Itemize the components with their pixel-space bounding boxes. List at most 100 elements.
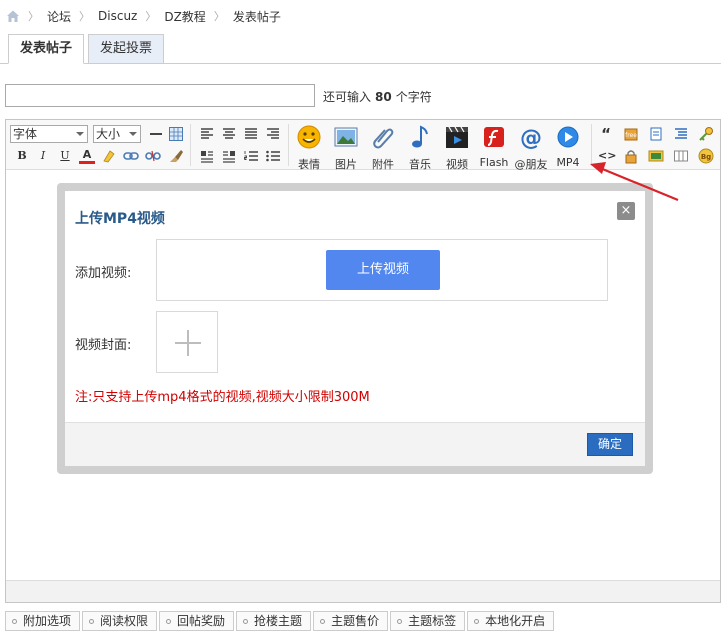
video-button[interactable]: 视频 xyxy=(440,122,474,171)
image-gallery-icon[interactable] xyxy=(648,148,664,164)
horizontal-rule-icon[interactable] xyxy=(148,126,164,142)
svg-text:free: free xyxy=(625,132,637,139)
mention-friend-button[interactable]: @ @朋友 xyxy=(514,122,548,171)
upload-video-button[interactable]: 上传视频 xyxy=(326,250,440,290)
link-icon[interactable] xyxy=(123,148,139,164)
quote-icon[interactable]: “ xyxy=(598,126,614,142)
font-family-value: 字体 xyxy=(13,127,38,141)
align-right-icon[interactable] xyxy=(265,126,281,142)
chevron-down-icon xyxy=(76,132,84,136)
underline-icon[interactable]: U xyxy=(57,148,73,164)
table-icon[interactable] xyxy=(168,126,184,142)
post-options-bar: 附加选项 阅读权限 回帖奖励 抢楼主题 主题售价 主题标签 本地化开启 xyxy=(5,611,556,631)
key-icon[interactable] xyxy=(698,126,714,142)
option-label: 抢楼主题 xyxy=(254,614,303,628)
at-icon: @ xyxy=(520,126,542,151)
image-icon xyxy=(334,127,358,147)
attachment-button[interactable]: 附件 xyxy=(366,122,400,171)
breadcrumb-separator: 〉 xyxy=(145,10,157,23)
option-topic-tags[interactable]: 主题标签 xyxy=(390,611,466,631)
image-button[interactable]: 图片 xyxy=(329,122,363,171)
italic-icon[interactable]: I xyxy=(35,148,51,164)
lock-icon[interactable] xyxy=(623,148,639,164)
breadcrumb-item-dz-tutorial[interactable]: DZ教程 xyxy=(164,8,205,25)
text-color-icon[interactable]: A xyxy=(79,147,95,164)
breadcrumb-item-discuz[interactable]: Discuz xyxy=(98,9,137,23)
code-icon[interactable]: <> xyxy=(598,148,616,164)
font-size-select[interactable]: 大小 xyxy=(93,125,141,143)
smiley-icon xyxy=(297,125,321,149)
option-label: 本地化开启 xyxy=(485,614,546,628)
editor-statusbar xyxy=(6,580,720,602)
film-icon xyxy=(446,126,468,148)
upload-restriction-note: 注:只支持上传mp4格式的视频,视频大小限制300M xyxy=(75,390,370,405)
add-video-label: 添加视频: xyxy=(75,266,132,281)
option-topic-price[interactable]: 主题售价 xyxy=(313,611,389,631)
music-note-icon xyxy=(412,125,428,148)
music-button-label: 音乐 xyxy=(409,158,431,171)
subject-counter: 还可输入 80 个字符 xyxy=(323,88,432,105)
attachment-button-label: 附件 xyxy=(372,158,394,171)
option-extra[interactable]: 附加选项 xyxy=(5,611,81,631)
highlight-icon[interactable] xyxy=(101,148,117,164)
play-circle-icon xyxy=(557,126,579,148)
columns-icon[interactable] xyxy=(673,148,689,164)
counter-suffix: 个字符 xyxy=(395,90,432,104)
unlink-icon[interactable] xyxy=(145,148,161,164)
svg-text:@: @ xyxy=(520,126,542,150)
ordered-list-icon[interactable] xyxy=(243,148,259,164)
dialog-title: 上传MP4视频 xyxy=(75,211,165,227)
music-button[interactable]: 音乐 xyxy=(403,122,437,171)
option-localization[interactable]: 本地化开启 xyxy=(467,611,555,631)
chevron-down-icon xyxy=(129,132,137,136)
clear-format-icon[interactable] xyxy=(168,148,184,164)
tab-new-poll[interactable]: 发起投票 xyxy=(88,34,165,64)
video-button-label: 视频 xyxy=(446,158,468,171)
background-color-text: Bg xyxy=(701,153,711,161)
page-icon[interactable] xyxy=(648,126,664,142)
mp4-button-label: MP4 xyxy=(556,156,580,169)
close-icon[interactable]: × xyxy=(617,202,635,220)
upload-mp4-dialog: 上传MP4视频 × 添加视频: 上传视频 视频封面: 注:只支持上传mp4格式的… xyxy=(57,183,653,474)
unordered-list-icon[interactable] xyxy=(265,148,281,164)
background-color-icon[interactable]: Bg xyxy=(698,148,714,164)
cover-upload-box[interactable] xyxy=(156,311,218,373)
breadcrumb-separator: 〉 xyxy=(213,10,225,23)
toolbar-separator xyxy=(190,124,191,166)
font-family-select[interactable]: 字体 xyxy=(10,125,88,143)
flash-button-label: Flash xyxy=(479,156,509,169)
option-label: 附加选项 xyxy=(23,614,72,628)
option-floor-grab[interactable]: 抢楼主题 xyxy=(236,611,312,631)
toolbar-separator xyxy=(288,124,289,166)
float-left-icon[interactable] xyxy=(199,148,215,164)
flash-icon xyxy=(484,127,504,147)
paperclip-icon xyxy=(373,128,394,149)
option-reply-reward[interactable]: 回帖奖励 xyxy=(159,611,235,631)
mp4-button[interactable]: MP4 xyxy=(551,122,585,169)
align-left-icon[interactable] xyxy=(199,126,215,142)
align-justify-icon[interactable] xyxy=(243,126,259,142)
home-icon[interactable] xyxy=(6,9,20,23)
dialog-footer: 确定 xyxy=(65,422,645,466)
flash-button[interactable]: Flash xyxy=(477,122,511,169)
option-label: 主题标签 xyxy=(408,614,457,628)
free-content-icon[interactable]: free xyxy=(623,126,639,142)
confirm-button[interactable]: 确定 xyxy=(587,433,633,456)
breadcrumb-item-forum[interactable]: 论坛 xyxy=(47,8,71,25)
float-right-icon[interactable] xyxy=(221,148,237,164)
index-icon[interactable] xyxy=(673,126,689,142)
video-cover-label: 视频封面: xyxy=(75,338,132,353)
toolbar-separator xyxy=(591,124,592,166)
subject-input[interactable] xyxy=(5,84,315,107)
align-center-icon[interactable] xyxy=(221,126,237,142)
counter-prefix: 还可输入 xyxy=(323,90,372,104)
tab-new-post[interactable]: 发表帖子 xyxy=(8,34,85,64)
option-label: 回帖奖励 xyxy=(177,614,226,628)
option-read-permission[interactable]: 阅读权限 xyxy=(82,611,158,631)
bold-icon[interactable]: B xyxy=(14,148,30,164)
editor-toolbar: 字体 大小 B I U A 表情 图片 附件 音乐 视频 Flash @ @朋友… xyxy=(6,120,720,171)
emoji-button[interactable]: 表情 xyxy=(292,122,326,171)
emoji-button-label: 表情 xyxy=(298,158,320,171)
post-type-tabs: 发表帖子 发起投票 xyxy=(8,34,168,64)
counter-value: 80 xyxy=(375,90,392,104)
